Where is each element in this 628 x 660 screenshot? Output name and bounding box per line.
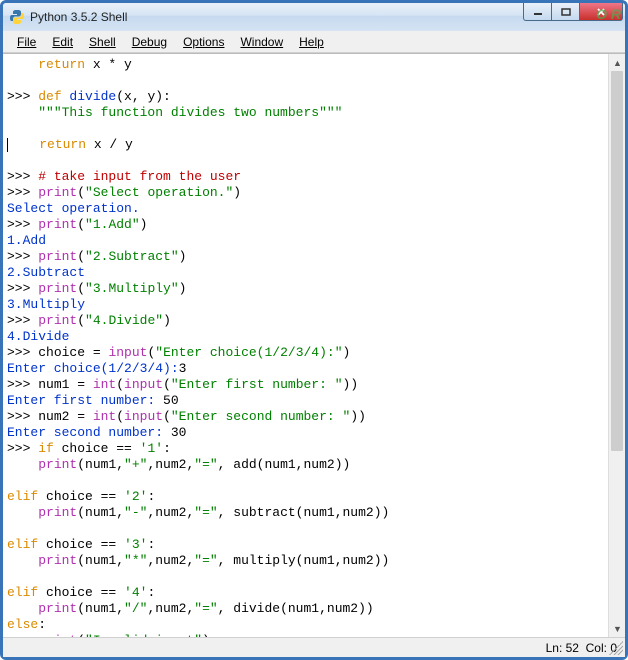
menu-debug[interactable]: Debug	[124, 33, 175, 51]
window-controls	[523, 3, 623, 21]
menu-file[interactable]: File	[9, 33, 44, 51]
menu-window[interactable]: Window	[232, 33, 291, 51]
menubar: File Edit Shell Debug Options Window Hel…	[3, 31, 625, 53]
app-window: O R Python 3.5.2 Shell File Edit Shell D…	[0, 0, 628, 660]
minimize-button[interactable]	[523, 3, 551, 21]
menu-edit[interactable]: Edit	[44, 33, 81, 51]
resize-grip-icon[interactable]	[609, 641, 623, 655]
content-area: return x * y >>> def divide(x, y): """Th…	[3, 53, 625, 637]
titlebar[interactable]: Python 3.5.2 Shell	[3, 3, 625, 31]
menu-help[interactable]: Help	[291, 33, 332, 51]
maximize-button[interactable]	[551, 3, 579, 21]
scroll-up-arrow-icon[interactable]: ▲	[609, 54, 625, 71]
python-icon	[9, 9, 25, 25]
cursor-position: Ln: 52 Col: 0	[546, 641, 617, 655]
scroll-down-arrow-icon[interactable]: ▼	[609, 620, 625, 637]
menu-shell[interactable]: Shell	[81, 33, 124, 51]
shell-text-area[interactable]: return x * y >>> def divide(x, y): """Th…	[3, 54, 608, 637]
statusbar: Ln: 52 Col: 0	[3, 637, 625, 657]
close-button[interactable]	[579, 3, 623, 21]
vertical-scrollbar[interactable]: ▲ ▼	[608, 54, 625, 637]
scroll-thumb[interactable]	[611, 71, 623, 451]
menu-options[interactable]: Options	[175, 33, 232, 51]
